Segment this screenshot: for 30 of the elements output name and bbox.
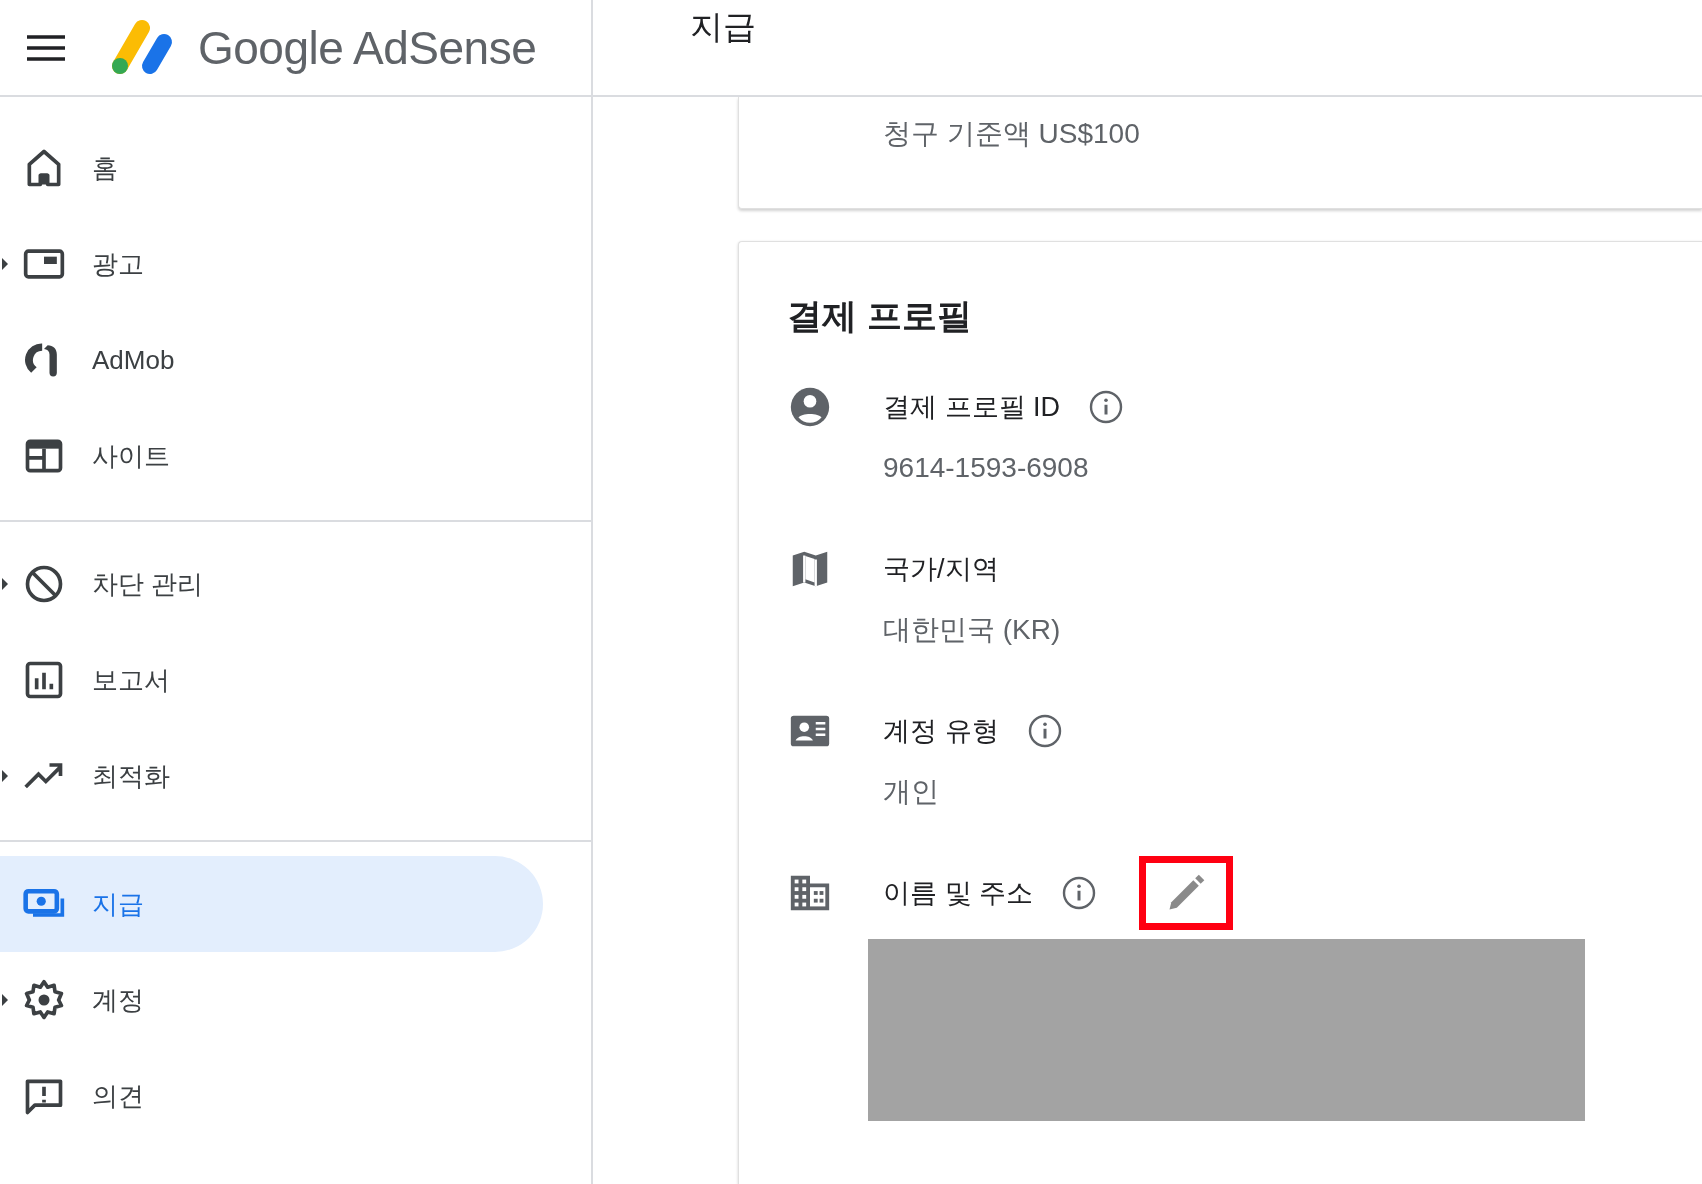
card-title: 결제 프로필: [787, 295, 973, 337]
field-label: 이름 및 주소: [883, 876, 1033, 910]
field-value: 9614-1593-6908: [883, 450, 1090, 485]
sidebar-item[interactable]: 차단 관리: [0, 536, 543, 632]
sidebar-item[interactable]: 계정: [0, 952, 543, 1048]
sidebar-item[interactable]: 의견: [0, 1048, 543, 1144]
expand-arrow-icon[interactable]: [2, 258, 8, 270]
field-label: 계정 유형: [883, 714, 999, 748]
info-icon[interactable]: [1061, 874, 1097, 911]
menu-icon: [27, 34, 65, 61]
sidebar-item[interactable]: 광고: [0, 216, 543, 312]
sidebar-item[interactable]: AdMob: [0, 312, 543, 408]
sidebar-item[interactable]: 최적화: [0, 728, 543, 824]
sidebar-item[interactable]: 사이트: [0, 408, 543, 504]
info-icon[interactable]: [1088, 388, 1124, 425]
field-value: 개인: [883, 774, 940, 809]
field-label: 국가/지역: [883, 552, 999, 586]
field-value: 대한민국 (KR): [883, 612, 1061, 647]
expand-arrow-icon[interactable]: [2, 994, 8, 1006]
sidebar-item[interactable]: 보고서: [0, 632, 543, 728]
expand-arrow-icon[interactable]: [2, 578, 8, 590]
edit-button[interactable]: [1139, 855, 1233, 930]
info-icon[interactable]: [1026, 712, 1063, 749]
threshold-text: 청구 기준액 US$100: [883, 117, 1141, 151]
field-label: 결제 프로필 ID: [883, 390, 1060, 424]
gear-icon: [22, 978, 66, 1022]
expand-arrow-icon[interactable]: [2, 770, 8, 782]
sidebar-item[interactable]: 지급: [0, 856, 543, 952]
sidebar-item[interactable]: 홈: [0, 120, 543, 216]
page-title: 지급: [690, 10, 756, 43]
